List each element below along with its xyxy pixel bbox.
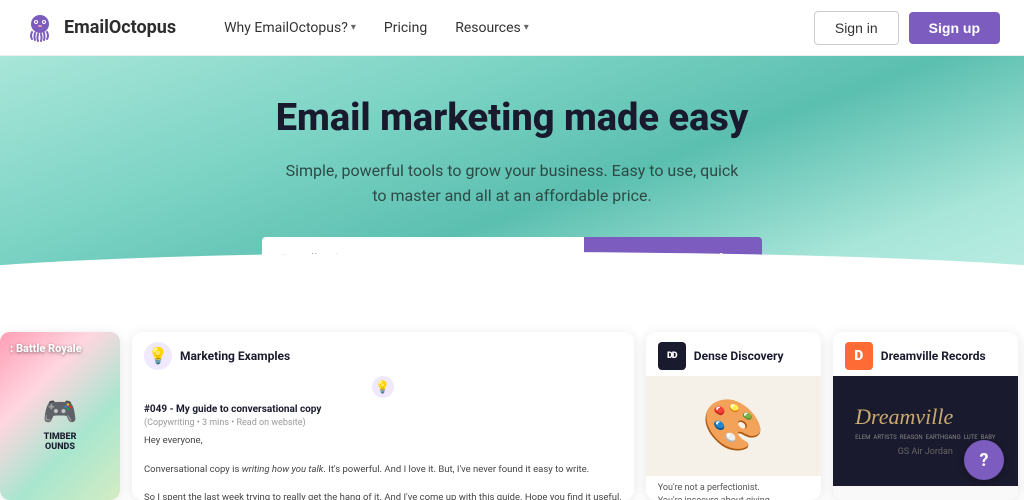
- hero-section: Email marketing made easy Simple, powerf…: [0, 56, 1024, 312]
- nav-pricing[interactable]: Pricing: [372, 14, 439, 42]
- chevron-down-icon: ▾: [524, 22, 529, 33]
- nav-actions: Sign in Sign up: [814, 11, 1000, 45]
- logo[interactable]: EmailOctopus: [24, 12, 176, 44]
- card-dense-discovery: DD Dense Discovery 🎨 You're not a perfec…: [646, 332, 821, 500]
- signin-button[interactable]: Sign in: [814, 11, 899, 45]
- chevron-down-icon: ▾: [351, 22, 356, 33]
- marketing-body: Hey everyone, Conversational copy is wri…: [144, 434, 622, 500]
- card-marketing-header: 💡 Marketing Examples: [132, 332, 634, 376]
- dreamville-title: Dreamville Records: [881, 349, 986, 363]
- brand-name: EmailOctopus: [64, 17, 176, 38]
- card-battle-royale: 🎮 TIMBEROUNDS : Battle Royale: [0, 332, 120, 500]
- dense-image: 🎨: [646, 376, 821, 476]
- nav-why-emailoctopus[interactable]: Why EmailOctopus? ▾: [212, 14, 368, 42]
- dense-title: Dense Discovery: [694, 349, 784, 363]
- card-dense-header: DD Dense Discovery: [646, 332, 821, 376]
- dense-body: You're not a perfectionist. You're insec…: [646, 476, 821, 500]
- help-button[interactable]: ?: [964, 440, 1004, 480]
- dreamville-script: Dreamville: [855, 404, 995, 430]
- hero-subtitle: Simple, powerful tools to grow your busi…: [282, 158, 742, 209]
- marketing-title: Marketing Examples: [180, 349, 290, 363]
- cta-button[interactable]: Start for free today: [584, 237, 762, 282]
- email-examples-row: 🎮 TIMBEROUNDS : Battle Royale 💡 Marketin…: [0, 312, 1024, 500]
- nav-links: Why EmailOctopus? ▾ Pricing Resources ▾: [212, 14, 814, 42]
- signup-button[interactable]: Sign up: [909, 12, 1000, 44]
- marketing-highlight: #049 - My guide to conversational copy: [144, 402, 622, 417]
- dreamville-logo: D: [845, 342, 873, 370]
- marketing-sub-icon: 💡: [372, 376, 394, 398]
- navbar: EmailOctopus Why EmailOctopus? ▾ Pricing…: [0, 0, 1024, 56]
- email-input[interactable]: [262, 237, 584, 282]
- battle-royale-label: : Battle Royale: [0, 332, 120, 365]
- nav-resources[interactable]: Resources ▾: [443, 14, 541, 42]
- hero-title: Email marketing made easy: [20, 96, 1004, 142]
- card-dreamville-header: D Dreamville Records: [833, 332, 1018, 376]
- dreamville-members: ELEM ARTISTS REASON EARTHGANG LUTE BABY: [855, 434, 995, 441]
- dense-logo: DD: [658, 342, 686, 370]
- hero-form: Start for free today: [262, 237, 762, 282]
- marketing-logo: 💡: [144, 342, 172, 370]
- marketing-content: 💡 #049 - My guide to conversational copy…: [132, 376, 634, 500]
- card-marketing-examples: 💡 Marketing Examples 💡 #049 - My guide t…: [132, 332, 634, 500]
- marketing-meta: (Copywriting • 3 mins • Read on website): [144, 417, 622, 431]
- logo-icon: [24, 12, 56, 44]
